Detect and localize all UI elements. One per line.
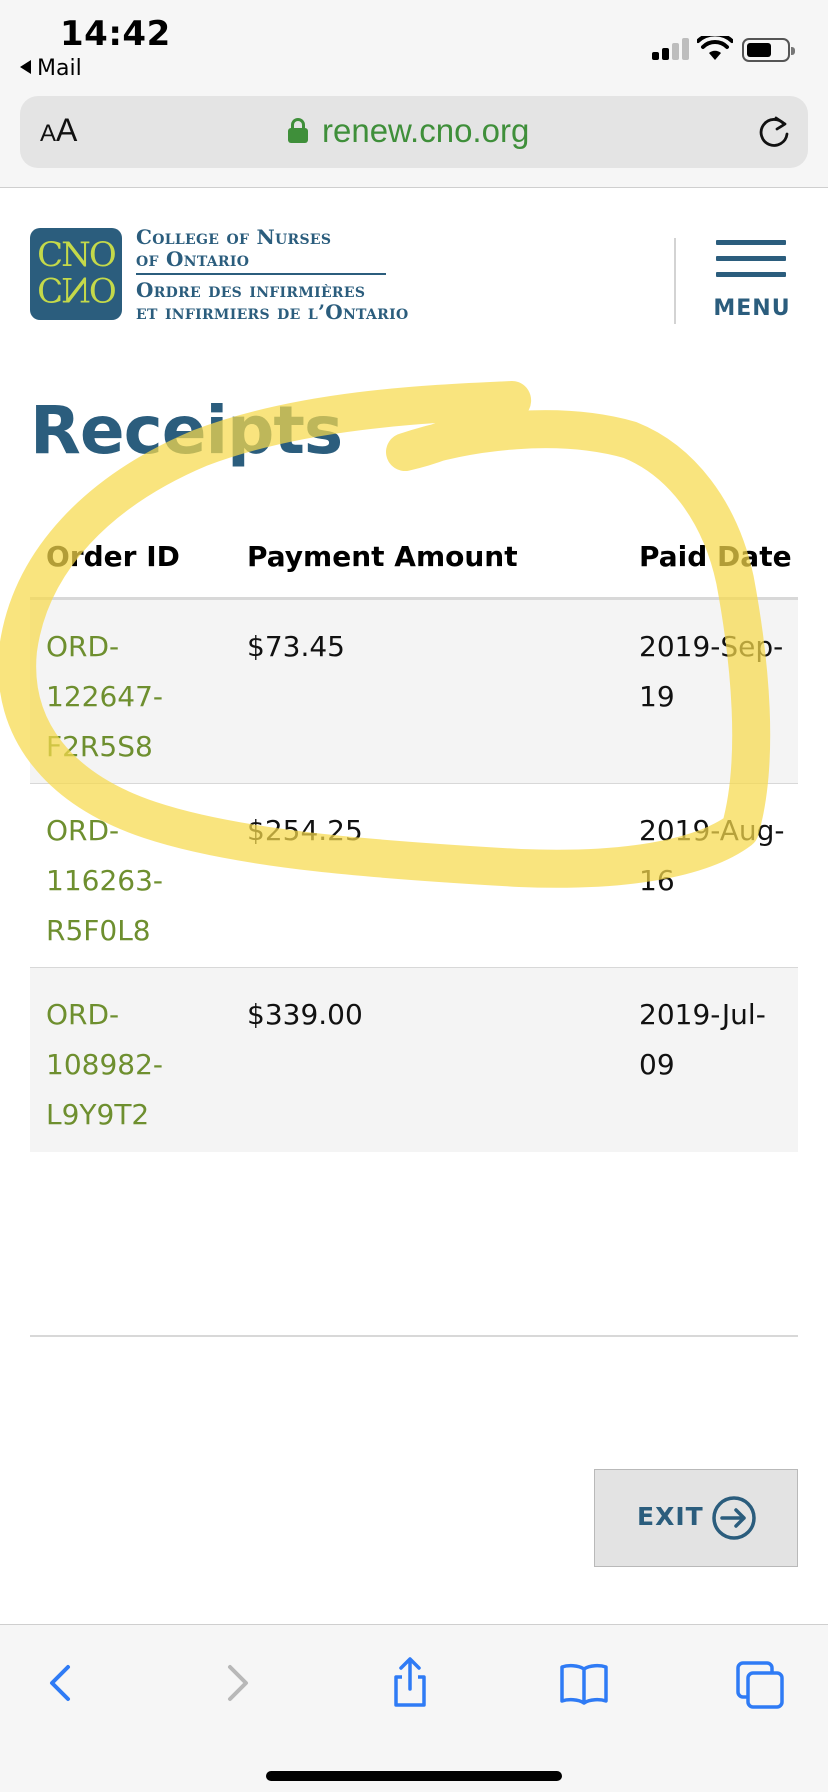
address-bar[interactable]: AA renew.cno.org (20, 96, 808, 168)
url-display[interactable]: renew.cno.org (288, 109, 529, 153)
exit-label: EXIT (637, 1502, 704, 1531)
browser-address-area: AA renew.cno.org (0, 92, 828, 188)
table-row: ORD- 122647- F2R5S8 $73.45 2019-Sep- 19 (30, 600, 798, 784)
lock-icon (288, 118, 308, 144)
status-time: 14:42 (60, 14, 171, 54)
reload-icon[interactable] (756, 114, 792, 150)
browser-toolbar (0, 1624, 828, 1792)
table-row: ORD- 108982- L9Y9T2 $339.00 2019-Jul- 09 (30, 968, 798, 1152)
payment-amount: $339.00 (247, 998, 363, 1031)
arrow-circle-right-icon (712, 1496, 756, 1540)
header-payment-amount: Payment Amount (247, 540, 518, 573)
wifi-icon (697, 36, 733, 60)
menu-button[interactable]: MENU (712, 240, 792, 330)
order-id-link[interactable]: ORD- 116263- R5F0L8 (46, 806, 226, 956)
back-arrow-icon (20, 60, 31, 74)
header-paid-date: Paid Date (639, 540, 792, 573)
site-header: CNO CNO College of Nurses of Ontario Ord… (0, 190, 828, 340)
receipts-table: Order ID Payment Amount Paid Date ORD- 1… (30, 530, 798, 1152)
logo-fr-line2: et infirmiers de l’Ontario (136, 299, 409, 324)
share-icon[interactable] (380, 1653, 440, 1713)
back-icon[interactable] (32, 1653, 92, 1713)
menu-label: MENU (713, 296, 791, 321)
cno-logo-icon[interactable]: CNO CNO (30, 228, 122, 320)
page-title: Receipts (30, 392, 343, 469)
cellular-signal-icon (652, 38, 689, 60)
back-app-label: Mail (37, 56, 82, 81)
logo-en-line2: of Ontario (136, 247, 250, 271)
logo-en-line1: College of Nurses (136, 225, 332, 249)
home-indicator (266, 1771, 562, 1781)
paid-date: 2019-Jul- 09 (639, 998, 766, 1081)
back-to-mail-link[interactable]: Mail (20, 56, 82, 81)
header-order-id: Order ID (46, 540, 180, 573)
hamburger-icon (716, 240, 786, 245)
battery-icon (742, 38, 795, 62)
content-divider (30, 1335, 798, 1337)
logo-wordmark[interactable]: College of Nurses of Ontario Ordre des i… (136, 226, 408, 323)
table-header: Order ID Payment Amount Paid Date (30, 530, 798, 600)
bookmarks-icon[interactable] (554, 1653, 614, 1713)
forward-icon[interactable] (206, 1653, 266, 1713)
payment-amount: $73.45 (247, 630, 345, 663)
status-bar: 14:42 Mail (0, 0, 828, 92)
paid-date: 2019-Aug- 16 (639, 814, 785, 897)
exit-button[interactable]: EXIT (594, 1469, 798, 1567)
order-id-link[interactable]: ORD- 122647- F2R5S8 (46, 622, 226, 772)
payment-amount: $254.25 (247, 814, 363, 847)
paid-date: 2019-Sep- 19 (639, 630, 784, 713)
header-divider (674, 238, 676, 324)
url-text: renew.cno.org (322, 112, 530, 149)
text-size-button[interactable]: AA (40, 112, 77, 149)
table-row: ORD- 116263- R5F0L8 $254.25 2019-Aug- 16 (30, 784, 798, 968)
logo-fr-line1: Ordre des infirmières (136, 277, 366, 302)
tabs-icon[interactable] (730, 1653, 790, 1713)
order-id-link[interactable]: ORD- 108982- L9Y9T2 (46, 990, 226, 1140)
